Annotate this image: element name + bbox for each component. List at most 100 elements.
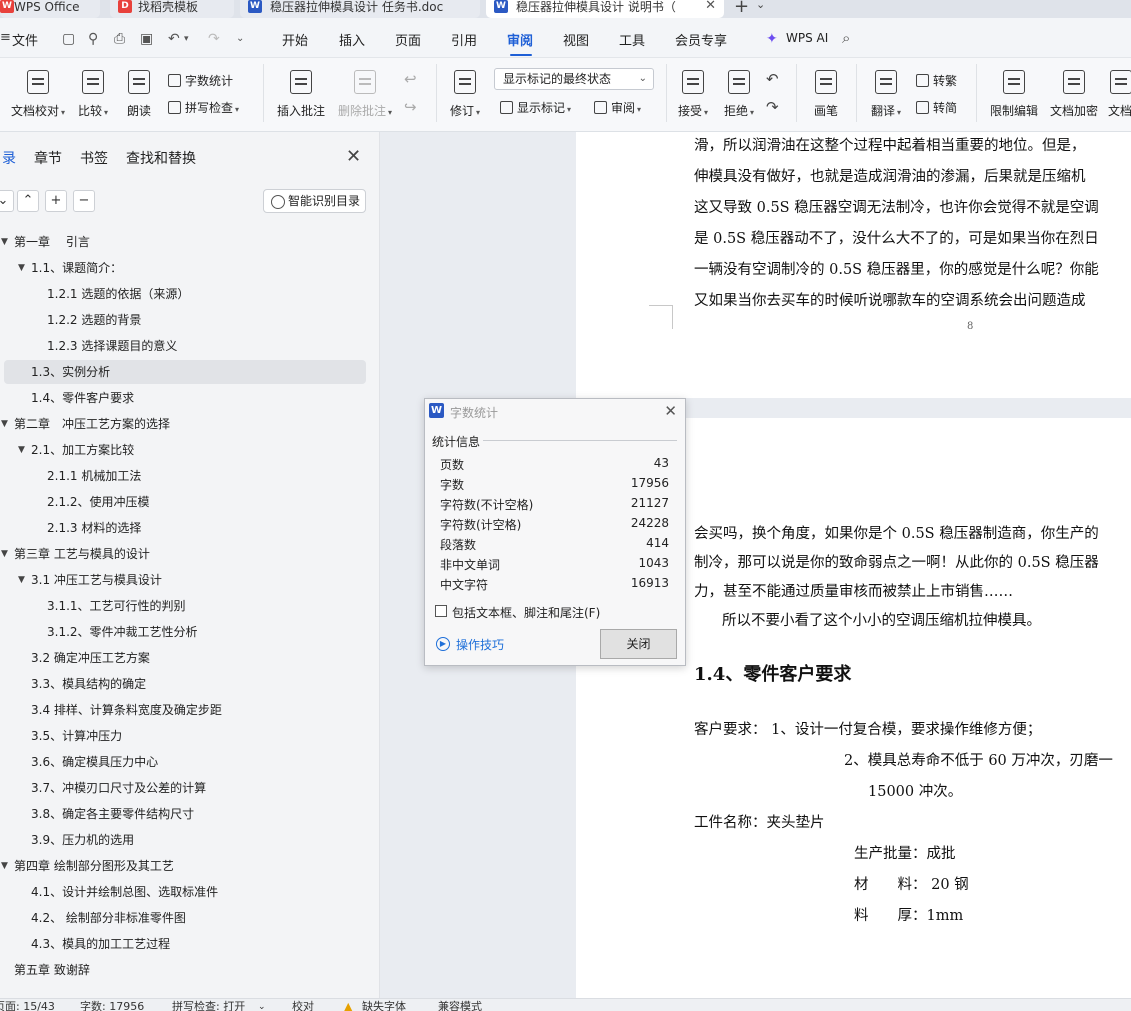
toc-item[interactable]: 3.8、确定各主要零件结构尺寸 bbox=[31, 803, 194, 825]
next-change-icon[interactable]: ↷ bbox=[766, 98, 779, 116]
menu-home[interactable]: 开始 bbox=[282, 30, 308, 49]
toc-item[interactable]: 1.4、零件客户要求 bbox=[31, 387, 134, 409]
tab-manual-doc[interactable]: W 稳压器拉伸模具设计 说明书（ ✕ bbox=[486, 0, 724, 18]
status-spell[interactable]: 拼写检查: 打开 bbox=[172, 1000, 245, 1011]
undo-icon[interactable]: ↶ bbox=[168, 31, 180, 47]
toc-item[interactable]: ▼ 1.1、课题简介： bbox=[18, 257, 122, 279]
expand-triangle-icon[interactable]: ▼ bbox=[18, 569, 25, 591]
play-icon[interactable]: ▶ bbox=[436, 637, 450, 651]
toc-item[interactable]: ▼ 第二章 冲压工艺方案的选择 bbox=[1, 413, 170, 435]
redo-icon[interactable]: ↷ bbox=[208, 31, 220, 47]
spell-check-button[interactable]: 拼写检查 ▾ bbox=[168, 99, 239, 116]
export-icon[interactable]: ⚲ bbox=[88, 31, 98, 47]
show-markup-button[interactable]: 显示标记 ▾ bbox=[500, 99, 571, 116]
doc-more-button[interactable]: 文档 bbox=[1108, 70, 1131, 119]
toc-item[interactable]: 1.2.1 选题的依据（来源） bbox=[47, 283, 189, 305]
status-proof[interactable]: 校对 bbox=[292, 1000, 314, 1011]
chevron-down-icon[interactable]: ⌄ bbox=[236, 33, 244, 44]
expand-triangle-icon[interactable]: ▼ bbox=[1, 543, 8, 565]
status-words[interactable]: 字数: 17956 bbox=[80, 1000, 144, 1011]
nav-tab-chapters[interactable]: 章节 bbox=[34, 148, 62, 168]
encrypt-button[interactable]: 文档加密 bbox=[1048, 70, 1100, 119]
toc-item[interactable]: 2.1.2、使用冲压模 bbox=[47, 491, 150, 513]
collapse-all-button[interactable]: ⌄ bbox=[0, 190, 14, 212]
toc-item[interactable]: 1.2.2 选题的背景 bbox=[47, 309, 141, 331]
next-comment-icon[interactable]: ↪ bbox=[404, 98, 417, 116]
translate-button[interactable]: 翻译 ▾ bbox=[866, 70, 906, 119]
menu-review[interactable]: 审阅 bbox=[507, 30, 533, 49]
status-missing-font[interactable]: 缺失字体 bbox=[362, 1000, 406, 1011]
toc-item[interactable]: 4.2、 绘制部分非标准零件图 bbox=[31, 907, 186, 929]
close-icon[interactable]: ✕ bbox=[346, 146, 361, 167]
toc-item[interactable]: ▼ 第三章 工艺与模具的设计 bbox=[1, 543, 150, 565]
toc-item[interactable]: 3.2 确定冲压工艺方案 bbox=[31, 647, 150, 669]
close-button[interactable]: 关闭 bbox=[600, 629, 677, 659]
tab-wps-office[interactable]: W WPS Office bbox=[0, 0, 100, 18]
doc-check-button[interactable]: 文档校对 ▾ bbox=[6, 70, 70, 119]
toc-item[interactable]: 3.4 排样、计算条料宽度及确定步距 bbox=[31, 699, 222, 721]
toc-item[interactable]: 2.1.3 材料的选择 bbox=[47, 517, 141, 539]
toc-item[interactable]: 3.6、确定模具压力中心 bbox=[31, 751, 158, 773]
toc-item[interactable]: 2.1.1 机械加工法 bbox=[47, 465, 141, 487]
nav-tab-bookmarks[interactable]: 书签 bbox=[80, 148, 108, 168]
tab-docer[interactable]: D 找稻壳模板 bbox=[110, 0, 234, 18]
menu-member[interactable]: 会员专享 bbox=[675, 30, 727, 49]
toc-item[interactable]: ▼ 第四章 绘制部分图形及其工艺 bbox=[1, 855, 174, 877]
brush-button[interactable]: 画笔 bbox=[808, 70, 844, 119]
search-icon[interactable]: ⌕ bbox=[842, 29, 850, 47]
add-heading-button[interactable]: + bbox=[45, 190, 67, 212]
toc-item[interactable]: 第五章 致谢辞 bbox=[14, 959, 90, 981]
toc-item[interactable]: 3.1.1、工艺可行性的判别 bbox=[47, 595, 186, 617]
read-aloud-button[interactable]: 朗读 bbox=[124, 70, 154, 119]
prev-comment-icon[interactable]: ↩ bbox=[404, 70, 417, 88]
prev-change-icon[interactable]: ↶ bbox=[766, 70, 779, 88]
toc-item[interactable]: 3.7、冲模刃口尺寸及公差的计算 bbox=[31, 777, 206, 799]
tips-link[interactable]: 操作技巧 bbox=[456, 636, 504, 653]
dialog-title-bar[interactable]: W 字数统计 ✕ bbox=[425, 399, 685, 423]
menu-page[interactable]: 页面 bbox=[395, 30, 421, 49]
tab-task-doc[interactable]: W 稳压器拉伸模具设计 任务书.doc bbox=[240, 0, 480, 18]
menu-insert[interactable]: 插入 bbox=[339, 30, 365, 49]
delete-comment-button[interactable]: 删除批注 ▾ bbox=[336, 70, 394, 119]
include-textbox-label[interactable]: 包括文本框、脚注和尾注(F) bbox=[452, 604, 600, 621]
toc-item[interactable]: 3.5、计算冲压力 bbox=[31, 725, 122, 747]
expand-triangle-icon[interactable]: ▼ bbox=[18, 257, 25, 279]
remove-heading-button[interactable]: − bbox=[73, 190, 95, 212]
review-pane-button[interactable]: 审阅 ▾ bbox=[594, 99, 641, 116]
expand-triangle-icon[interactable]: ▼ bbox=[1, 855, 8, 877]
markup-state-select[interactable]: 显示标记的最终状态 ⌄ bbox=[494, 68, 654, 90]
expand-triangle-icon[interactable]: ▼ bbox=[1, 231, 8, 253]
toc-item[interactable]: 3.1.2、零件冲裁工艺性分析 bbox=[47, 621, 198, 643]
track-changes-button[interactable]: 修订 ▾ bbox=[446, 70, 484, 119]
menu-reference[interactable]: 引用 bbox=[451, 30, 477, 49]
nav-tab-find-replace[interactable]: 查找和替换 bbox=[126, 148, 196, 168]
accept-button[interactable]: 接受 ▾ bbox=[674, 70, 712, 119]
move-up-button[interactable]: ⌃ bbox=[17, 190, 39, 212]
menu-view[interactable]: 视图 bbox=[563, 30, 589, 49]
to-traditional-button[interactable]: 转繁 bbox=[916, 72, 957, 89]
new-tab-icon[interactable]: + bbox=[734, 0, 749, 17]
hamburger-icon[interactable]: ≡ bbox=[0, 30, 11, 45]
save-icon[interactable]: ▢ bbox=[62, 31, 75, 47]
toc-item[interactable]: 3.3、模具结构的确定 bbox=[31, 673, 146, 695]
to-simplified-button[interactable]: 转简 bbox=[916, 99, 957, 116]
smart-toc-button[interactable]: 智能识别目录 bbox=[263, 189, 366, 213]
toc-item[interactable]: 4.3、模具的加工工艺过程 bbox=[31, 933, 170, 955]
toc-item[interactable]: ▼ 3.1 冲压工艺与模具设计 bbox=[18, 569, 162, 591]
toc-item[interactable]: 3.9、压力机的选用 bbox=[31, 829, 134, 851]
toc-item[interactable]: 1.3、实例分析 bbox=[31, 361, 110, 383]
print-preview-icon[interactable]: ▣ bbox=[140, 31, 153, 47]
restrict-edit-button[interactable]: 限制编辑 bbox=[988, 70, 1040, 119]
chevron-down-icon[interactable]: ⌄ bbox=[756, 0, 765, 11]
expand-triangle-icon[interactable]: ▼ bbox=[18, 439, 25, 461]
chevron-down-icon[interactable]: ⌄ bbox=[258, 1000, 266, 1011]
menu-wps-ai[interactable]: WPS AI bbox=[786, 31, 828, 45]
nav-tab-toc[interactable]: 目录 bbox=[0, 148, 16, 168]
toc-item[interactable]: 1.2.3 选择课题目的意义 bbox=[47, 335, 177, 357]
toc-item[interactable]: 4.1、设计并绘制总图、选取标准件 bbox=[31, 881, 218, 903]
close-icon[interactable]: ✕ bbox=[664, 402, 677, 420]
toc-item[interactable]: ▼ 第一章 引言 bbox=[1, 231, 90, 253]
chevron-down-icon[interactable]: ▾ bbox=[184, 34, 189, 44]
insert-comment-button[interactable]: 插入批注 bbox=[274, 70, 328, 119]
reject-button[interactable]: 拒绝 ▾ bbox=[720, 70, 758, 119]
